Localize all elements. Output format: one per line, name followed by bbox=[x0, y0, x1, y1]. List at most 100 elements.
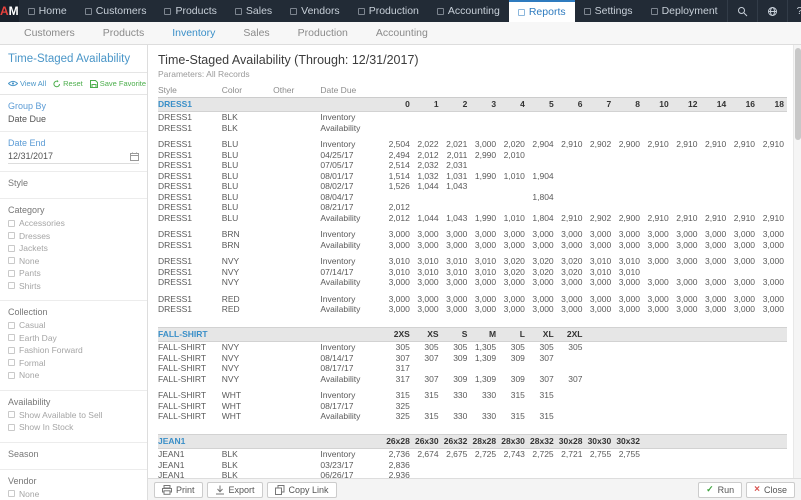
value-cell: 2,725 bbox=[470, 449, 499, 460]
value-cell: 2,010 bbox=[499, 150, 528, 161]
vertical-scrollbar[interactable] bbox=[793, 45, 801, 478]
value-cell: 3,010 bbox=[470, 267, 499, 278]
nav-item-settings[interactable]: Settings bbox=[575, 0, 642, 22]
filter-option[interactable]: Shirts bbox=[8, 281, 139, 291]
value-cell bbox=[758, 460, 787, 471]
filter-option[interactable]: Earth Day bbox=[8, 333, 139, 343]
value-cell bbox=[672, 150, 701, 161]
nav-item-accounting[interactable]: Accounting bbox=[428, 0, 509, 22]
value-cell: 3,000 bbox=[701, 240, 730, 251]
checkbox-icon[interactable] bbox=[8, 490, 15, 497]
value-cell bbox=[528, 112, 557, 123]
checkbox-icon[interactable] bbox=[8, 232, 15, 239]
value-cell: 3,000 bbox=[585, 277, 614, 288]
color-cell: BLU bbox=[222, 202, 273, 213]
value-cell: 3,000 bbox=[499, 240, 528, 251]
color-cell: BLK bbox=[222, 123, 273, 134]
checkbox-icon[interactable] bbox=[8, 220, 15, 227]
value-cell bbox=[384, 112, 413, 123]
nav-item-production[interactable]: Production bbox=[349, 0, 428, 22]
value-cell bbox=[672, 342, 701, 353]
export-button[interactable]: Export bbox=[207, 482, 263, 498]
subnav-item-sales[interactable]: Sales bbox=[229, 27, 283, 39]
subnav-item-products[interactable]: Products bbox=[89, 27, 158, 39]
nav-item-label: Products bbox=[175, 5, 216, 17]
subnav-item-customers[interactable]: Customers bbox=[10, 27, 89, 39]
nav-item-customers[interactable]: Customers bbox=[76, 0, 156, 22]
checkbox-icon[interactable] bbox=[8, 411, 15, 418]
value-cell: 1,309 bbox=[470, 353, 499, 364]
checkbox-icon[interactable] bbox=[8, 322, 15, 329]
filter-option[interactable]: Jackets bbox=[8, 243, 139, 253]
filter-option[interactable]: None bbox=[8, 489, 139, 499]
print-button[interactable]: Print bbox=[154, 482, 203, 498]
table-row: DRESS1BLKAvailability bbox=[158, 123, 787, 134]
filter-option[interactable]: Accessories bbox=[8, 218, 139, 228]
subnav-item-production[interactable]: Production bbox=[284, 27, 362, 39]
style-cell: DRESS1 bbox=[158, 213, 222, 224]
save-favorite-button[interactable]: Save Favorite bbox=[90, 79, 146, 88]
filter-option[interactable]: Fashion Forward bbox=[8, 345, 139, 355]
help-button[interactable]: ? bbox=[787, 0, 801, 22]
checkbox-icon[interactable] bbox=[8, 245, 15, 252]
group-by-value[interactable]: Date Due bbox=[8, 114, 139, 124]
search-button[interactable] bbox=[727, 0, 757, 22]
copy-link-button[interactable]: Copy Link bbox=[267, 482, 337, 498]
value-cell bbox=[758, 390, 787, 401]
close-button[interactable]: × Close bbox=[746, 482, 795, 498]
color-cell: BLK bbox=[222, 449, 273, 460]
value-cell: 1,010 bbox=[499, 171, 528, 182]
date-end-field[interactable]: 12/31/2017 bbox=[8, 151, 139, 164]
value-cell: 3,000 bbox=[442, 240, 471, 251]
filter-option[interactable]: Show Available to Sell bbox=[8, 410, 139, 420]
value-cell: 3,000 bbox=[643, 277, 672, 288]
size-header-cell: 7 bbox=[585, 98, 614, 112]
run-button[interactable]: ✓ Run bbox=[698, 482, 742, 498]
reset-button[interactable]: Reset bbox=[53, 79, 83, 88]
language-button[interactable] bbox=[757, 0, 787, 22]
filter-option[interactable]: Pants bbox=[8, 268, 139, 278]
nav-item-vendors[interactable]: Vendors bbox=[281, 0, 349, 22]
checkbox-icon[interactable] bbox=[8, 334, 15, 341]
value-cell bbox=[701, 449, 730, 460]
filter-option[interactable]: None bbox=[8, 370, 139, 380]
nav-item-reports[interactable]: Reports bbox=[509, 0, 575, 22]
subnav-item-accounting[interactable]: Accounting bbox=[362, 27, 442, 39]
style-group-link[interactable]: FALL-SHIRT bbox=[158, 328, 222, 342]
subnav-item-inventory[interactable]: Inventory bbox=[158, 27, 229, 39]
nav-item-deployment[interactable]: Deployment bbox=[642, 0, 727, 22]
value-cell bbox=[643, 374, 672, 385]
nav-item-sales[interactable]: Sales bbox=[226, 0, 281, 22]
filter-section-category: CategoryAccessoriesDressesJacketsNonePan… bbox=[0, 199, 147, 301]
style-group-link[interactable]: DRESS1 bbox=[158, 98, 222, 112]
date-due-cell: Availability bbox=[320, 277, 384, 288]
app-logo[interactable]: AM bbox=[0, 0, 19, 22]
value-cell bbox=[614, 160, 643, 171]
nav-item-products[interactable]: Products bbox=[155, 0, 225, 22]
date-due-cell: Inventory bbox=[320, 390, 384, 401]
checkbox-icon[interactable] bbox=[8, 257, 15, 264]
filter-option[interactable]: Show In Stock bbox=[8, 422, 139, 432]
checkbox-icon[interactable] bbox=[8, 347, 15, 354]
other-cell bbox=[273, 470, 320, 478]
value-cell bbox=[729, 267, 758, 278]
filter-option[interactable]: None bbox=[8, 256, 139, 266]
value-cell bbox=[585, 401, 614, 412]
nav-item-home[interactable]: Home bbox=[19, 0, 76, 22]
color-cell: BLK bbox=[222, 112, 273, 123]
scrollbar-thumb[interactable] bbox=[795, 48, 801, 140]
value-cell: 1,044 bbox=[413, 181, 442, 192]
color-cell: BLU bbox=[222, 150, 273, 161]
checkbox-icon[interactable] bbox=[8, 282, 15, 289]
checkbox-icon[interactable] bbox=[8, 270, 15, 277]
filter-option[interactable]: Casual bbox=[8, 320, 139, 330]
checkbox-icon[interactable] bbox=[8, 372, 15, 379]
table-row: DRESS1BLU07/05/172,5142,0322,031 bbox=[158, 160, 787, 171]
style-group-link[interactable]: JEAN1 bbox=[158, 435, 222, 449]
calendar-icon[interactable] bbox=[130, 152, 139, 161]
view-all-button[interactable]: View All bbox=[8, 79, 46, 88]
checkbox-icon[interactable] bbox=[8, 424, 15, 431]
checkbox-icon[interactable] bbox=[8, 359, 15, 366]
filter-option[interactable]: Dresses bbox=[8, 231, 139, 241]
filter-option[interactable]: Formal bbox=[8, 358, 139, 368]
